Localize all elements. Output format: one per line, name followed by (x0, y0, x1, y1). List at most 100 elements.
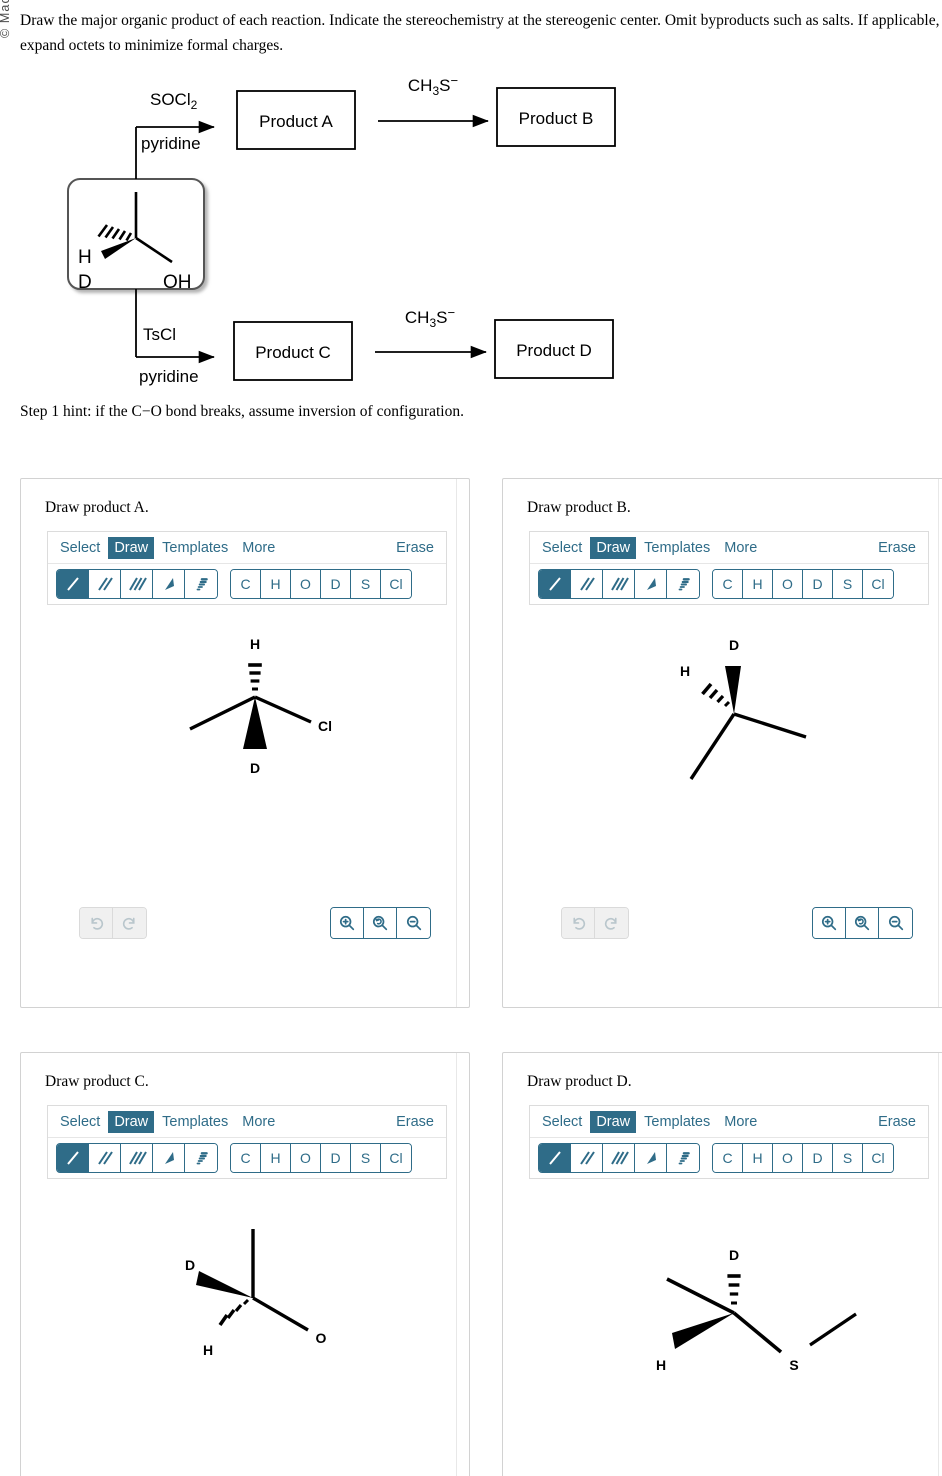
svg-text:S: S (789, 1357, 798, 1373)
zoom-reset-icon[interactable] (364, 908, 397, 938)
tool-menu-select[interactable]: Select (536, 537, 588, 559)
atom-button-d[interactable]: D (803, 570, 833, 598)
tool-menu-more[interactable]: More (236, 1111, 281, 1133)
double-bond-tool[interactable] (571, 1144, 603, 1172)
atom-button-h[interactable]: H (261, 1144, 291, 1172)
atom-button-cl[interactable]: Cl (381, 570, 411, 598)
product-d-structure: D H S (656, 1247, 857, 1373)
tool-menu-draw[interactable]: Draw (590, 536, 637, 559)
erase-button[interactable]: Erase (872, 537, 922, 559)
tool-menu-draw[interactable]: Draw (108, 1110, 155, 1133)
panel-b-canvas[interactable]: D H (529, 619, 929, 949)
panel-divider (456, 1053, 457, 1476)
panel-d-title: Draw product D. (527, 1073, 632, 1090)
box-product-d: Product D (516, 341, 592, 360)
tool-menu-select[interactable]: Select (54, 537, 106, 559)
draw-panel-c: Draw product C. Select Draw Templates Mo… (20, 1052, 470, 1476)
product-a-structure: H D Cl (189, 636, 332, 776)
zoom-in-icon[interactable] (813, 908, 846, 938)
redo-icon[interactable] (113, 908, 146, 938)
atom-button-o[interactable]: O (291, 1144, 321, 1172)
svg-text:D: D (729, 1247, 739, 1263)
hashed-wedge-bond-tool[interactable] (185, 1144, 217, 1172)
hashed-wedge-bond-tool[interactable] (667, 1144, 699, 1172)
atom-button-d[interactable]: D (321, 1144, 351, 1172)
panel-a-zoom-group (330, 907, 431, 939)
atom-button-cl[interactable]: Cl (863, 1144, 893, 1172)
reagent-ch3s-bottom: CH3S− (405, 305, 455, 330)
bold-wedge-bond-tool[interactable] (635, 570, 667, 598)
atom-button-c[interactable]: C (231, 570, 261, 598)
atom-button-h[interactable]: H (743, 570, 773, 598)
zoom-out-icon[interactable] (397, 908, 430, 938)
zoom-in-icon[interactable] (331, 908, 364, 938)
atom-button-o[interactable]: O (773, 1144, 803, 1172)
atom-button-cl[interactable]: Cl (381, 1144, 411, 1172)
tool-menu-draw[interactable]: Draw (590, 1110, 637, 1133)
atom-button-h[interactable]: H (261, 570, 291, 598)
tool-menu-templates[interactable]: Templates (638, 537, 716, 559)
atom-button-d[interactable]: D (803, 1144, 833, 1172)
tool-menu-templates[interactable]: Templates (638, 1111, 716, 1133)
svg-text:H: H (78, 247, 92, 268)
bold-wedge-bond-tool[interactable] (153, 1144, 185, 1172)
reagent-tscl: TsCl (143, 325, 176, 344)
erase-button[interactable]: Erase (872, 1111, 922, 1133)
redo-icon[interactable] (595, 908, 628, 938)
atom-button-s[interactable]: S (833, 570, 863, 598)
atom-button-c[interactable]: C (713, 570, 743, 598)
double-bond-tool[interactable] (89, 570, 121, 598)
atom-button-s[interactable]: S (351, 570, 381, 598)
panel-d-canvas[interactable]: D H S (529, 1193, 929, 1476)
atom-button-s[interactable]: S (833, 1144, 863, 1172)
tool-menu-select[interactable]: Select (536, 1111, 588, 1133)
single-bond-tool[interactable] (539, 1144, 571, 1172)
undo-icon[interactable] (562, 908, 595, 938)
triple-bond-tool[interactable] (121, 570, 153, 598)
panel-divider (938, 479, 939, 1007)
erase-button[interactable]: Erase (390, 1111, 440, 1133)
panel-divider (456, 479, 457, 1007)
atom-button-c[interactable]: C (713, 1144, 743, 1172)
bold-wedge-bond-tool[interactable] (153, 570, 185, 598)
bond-tool-group (56, 1143, 218, 1173)
atom-button-o[interactable]: O (773, 570, 803, 598)
atom-button-d[interactable]: D (321, 570, 351, 598)
tool-menu-more[interactable]: More (718, 1111, 763, 1133)
hashed-wedge-bond-tool[interactable] (667, 570, 699, 598)
zoom-out-icon[interactable] (879, 908, 912, 938)
hashed-wedge-bond-tool[interactable] (185, 570, 217, 598)
zoom-reset-icon[interactable] (846, 908, 879, 938)
tool-menu-more[interactable]: More (718, 537, 763, 559)
atom-button-c[interactable]: C (231, 1144, 261, 1172)
atom-button-h[interactable]: H (743, 1144, 773, 1172)
panel-c-canvas[interactable]: D H O (47, 1193, 447, 1476)
bold-wedge-bond-tool[interactable] (635, 1144, 667, 1172)
atom-button-group: C H O D S Cl (712, 569, 894, 599)
bond-tool-group (538, 569, 700, 599)
single-bond-tool[interactable] (57, 1144, 89, 1172)
svg-text:OH: OH (163, 272, 192, 293)
atom-button-cl[interactable]: Cl (863, 570, 893, 598)
double-bond-tool[interactable] (571, 570, 603, 598)
atom-button-s[interactable]: S (351, 1144, 381, 1172)
box-product-b: Product B (519, 109, 594, 128)
double-bond-tool[interactable] (89, 1144, 121, 1172)
atom-button-o[interactable]: O (291, 570, 321, 598)
single-bond-tool[interactable] (539, 570, 571, 598)
tool-menu-draw[interactable]: Draw (108, 536, 155, 559)
reagent-socl2: SOCl2 (150, 90, 198, 112)
triple-bond-tool[interactable] (603, 570, 635, 598)
undo-icon[interactable] (80, 908, 113, 938)
triple-bond-tool[interactable] (121, 1144, 153, 1172)
svg-text:D: D (185, 1257, 195, 1273)
tool-menu-more[interactable]: More (236, 537, 281, 559)
single-bond-tool[interactable] (57, 570, 89, 598)
tool-menu-templates[interactable]: Templates (156, 537, 234, 559)
panel-a-canvas[interactable]: H D Cl (47, 619, 447, 949)
triple-bond-tool[interactable] (603, 1144, 635, 1172)
tool-menu-select[interactable]: Select (54, 1111, 106, 1133)
svg-text:H: H (656, 1357, 666, 1373)
erase-button[interactable]: Erase (390, 537, 440, 559)
tool-menu-templates[interactable]: Templates (156, 1111, 234, 1133)
